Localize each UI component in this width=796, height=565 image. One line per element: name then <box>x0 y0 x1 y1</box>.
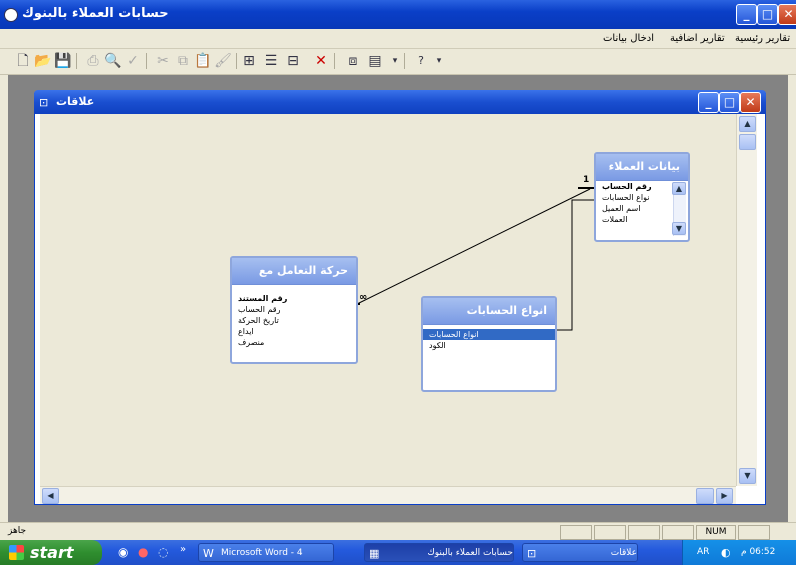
relation-many-label: ∞ <box>359 292 368 303</box>
table-field[interactable]: رقم المستند <box>232 293 356 304</box>
system-tray: AR ◐ 06:52 م <box>682 540 796 565</box>
quicklaunch-media-icon[interactable]: ● <box>138 545 148 559</box>
status-cell <box>628 525 660 540</box>
start-label: start <box>30 543 74 562</box>
task-relationships[interactable]: ⊡ علاقات <box>522 543 638 562</box>
table-field[interactable]: ايداع <box>232 326 356 337</box>
status-cell <box>662 525 694 540</box>
scroll-thumb[interactable] <box>696 488 714 504</box>
access-icon: ▦ <box>369 547 380 560</box>
table-title[interactable]: انواع الحسابات <box>423 298 555 325</box>
task-word[interactable]: W Microsoft Word - 4 <box>198 543 334 562</box>
table-title[interactable]: حركة التعامل مع <box>232 258 356 285</box>
status-text: جاهز <box>8 526 27 536</box>
language-indicator[interactable]: AR <box>697 540 709 565</box>
word-icon: W <box>203 547 214 560</box>
table-customers[interactable]: بيانات العملاء رقم الحساب نواع الحسابات … <box>594 152 690 242</box>
vertical-scrollbar[interactable]: ▲ ▼ <box>736 114 757 486</box>
table-field[interactable]: الكود <box>423 340 555 351</box>
num-lock-indicator: NUM <box>696 525 736 540</box>
status-cell <box>594 525 626 540</box>
table-transactions[interactable]: حركة التعامل مع رقم المستند رقم الحساب ت… <box>230 256 358 364</box>
task-label: حسابات العملاء بالبنوك <box>427 548 513 558</box>
scroll-right-icon[interactable]: ▶ <box>716 488 733 504</box>
table-scrollbar[interactable]: ▲ ▼ <box>672 182 686 236</box>
status-cell <box>738 525 770 540</box>
scroll-up-icon[interactable]: ▲ <box>739 116 756 132</box>
table-field[interactable]: منصرف <box>232 337 356 348</box>
scroll-up-icon[interactable]: ▲ <box>672 182 686 195</box>
relationship-lines <box>344 187 598 331</box>
scroll-down-icon[interactable]: ▼ <box>739 468 756 484</box>
relation-line-account[interactable] <box>354 188 591 306</box>
scroll-thumb[interactable] <box>739 134 756 150</box>
table-field[interactable]: انواع الحسابات <box>423 329 555 340</box>
windows-flag-icon <box>9 545 24 560</box>
tray-icon[interactable]: ◐ <box>721 540 731 565</box>
table-account-types[interactable]: انواع الحسابات انواع الحسابات الكود <box>421 296 557 392</box>
quicklaunch-ie-icon[interactable]: ◉ <box>118 545 128 559</box>
clock[interactable]: 06:52 م <box>741 540 775 565</box>
taskbar: start ◉ ● ◌ » W Microsoft Word - 4 ▦ حسا… <box>0 540 796 565</box>
relationships-icon: ⊡ <box>527 547 537 560</box>
start-button[interactable]: start <box>0 540 102 565</box>
quicklaunch-more-icon[interactable]: » <box>180 544 186 555</box>
quicklaunch-desktop-icon[interactable]: ◌ <box>158 545 168 559</box>
relation-line-account-type[interactable] <box>555 199 598 331</box>
task-label: علاقات <box>610 548 637 558</box>
table-field[interactable]: تاريخ الحركة <box>232 315 356 326</box>
scroll-left-icon[interactable]: ◀ <box>42 488 59 504</box>
task-access-db[interactable]: ▦ حسابات العملاء بالبنوك <box>364 543 514 562</box>
table-field[interactable]: رقم الحساب <box>232 304 356 315</box>
status-bar: جاهز NUM <box>0 522 796 541</box>
relation-one-label: 1 <box>583 175 590 185</box>
table-title[interactable]: بيانات العملاء <box>596 154 688 181</box>
horizontal-scrollbar[interactable]: ◀ ▶ <box>40 486 736 504</box>
scroll-down-icon[interactable]: ▼ <box>672 222 686 235</box>
task-label: Microsoft Word - 4 <box>221 548 303 558</box>
status-cell <box>560 525 592 540</box>
